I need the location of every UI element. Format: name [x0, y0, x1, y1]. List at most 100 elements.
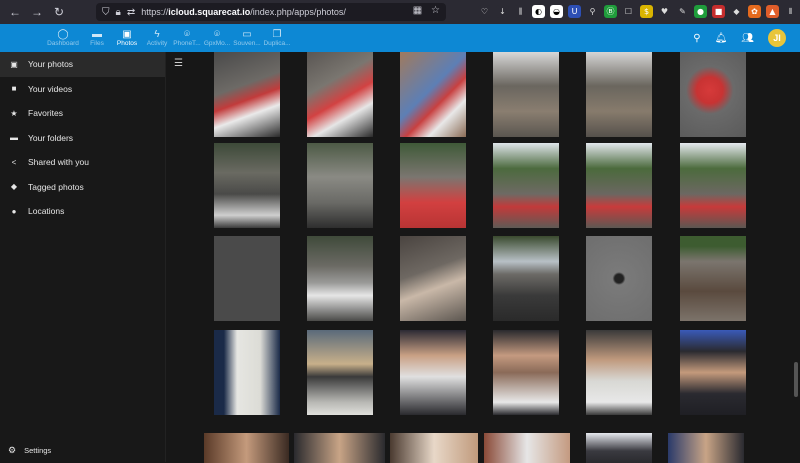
app-label: Files [90, 39, 104, 47]
app-duplicates[interactable]: ❐ Duplica... [262, 24, 292, 52]
sidebar-item-your-videos[interactable]: ■ Your videos [0, 77, 165, 102]
photo-thumbnail[interactable] [493, 330, 559, 415]
extension-icon-15[interactable]: ⦀ [784, 5, 797, 18]
extension-icons: ♡ ↓ ⫼ ◐ ◒ U ⚲ Ⓑ ☐ $ ♥ ✎ ● ■ ◆ ✿ ▲ ⦀ ≡ [478, 5, 800, 18]
photo-thumbnail[interactable] [204, 433, 289, 463]
photo-thumbnail[interactable] [493, 52, 559, 137]
extension-icon-5[interactable]: Ⓑ [604, 5, 617, 18]
app-label: Photos [116, 39, 138, 47]
avatar[interactable]: JI [768, 29, 786, 47]
settings-button[interactable]: ⚙ Settings [0, 438, 166, 462]
qr-icon[interactable]: ▦ [413, 5, 422, 16]
photo-thumbnail[interactable] [493, 236, 559, 321]
photo-thumbnail[interactable] [680, 330, 746, 415]
extension-icon-2[interactable]: ◒ [550, 5, 563, 18]
extension-icon-8[interactable]: ♥ [658, 5, 671, 18]
extension-icon-10[interactable]: ● [694, 5, 707, 18]
header-actions: ⚲ 🔔︎ 👥︎ JI [693, 29, 786, 47]
settings-label: Settings [24, 445, 52, 455]
photo-thumbnail[interactable] [307, 236, 373, 321]
photo-thumbnail[interactable] [484, 433, 570, 463]
photo-thumbnail[interactable] [400, 236, 466, 321]
app-label: PhoneT... [173, 39, 201, 47]
sidebar-item-shared-with-you[interactable]: < Shared with you [0, 150, 165, 175]
folder-icon: ▬ [92, 28, 102, 40]
video-icon: ■ [11, 84, 17, 94]
sidebar-item-your-photos[interactable]: ▣ Your photos [0, 52, 165, 77]
photo-thumbnail[interactable] [680, 52, 746, 137]
scrollbar[interactable] [794, 362, 798, 397]
photo-thumbnail[interactable] [307, 330, 373, 415]
app-label: Dashboard [47, 39, 79, 47]
photo-thumbnail[interactable] [586, 433, 652, 463]
extension-icon-6[interactable]: ☐ [622, 5, 635, 18]
reload-icon[interactable]: ↻ [48, 5, 70, 19]
photo-thumbnail[interactable] [493, 143, 559, 228]
photo-thumbnail[interactable] [586, 236, 652, 321]
app-phonetrack[interactable]: ⌾ PhoneT... [172, 24, 202, 52]
back-icon[interactable]: ← [4, 5, 26, 19]
pocket-icon[interactable]: ♡ [478, 5, 491, 18]
menu-toggle-icon[interactable]: ☰ [174, 58, 183, 69]
search-icon[interactable]: ⚲ [693, 33, 700, 44]
photo-thumbnail[interactable] [214, 52, 280, 137]
photo-thumbnail[interactable] [390, 433, 478, 463]
contacts-icon[interactable]: 👥︎ [741, 33, 754, 44]
lock-icon: 🔒︎ [115, 6, 121, 18]
duplicates-icon: ❐ [272, 28, 282, 40]
extension-icon-11[interactable]: ■ [712, 5, 725, 18]
extension-icon-7[interactable]: $ [640, 5, 653, 18]
permissions-icon: ⇄ [126, 6, 136, 18]
forward-icon[interactable]: → [26, 5, 48, 19]
folder-icon: ▬ [10, 133, 18, 143]
sidebar-item-your-folders[interactable]: ▬ Your folders [0, 126, 165, 151]
photo-thumbnail[interactable] [214, 236, 280, 321]
photo-thumbnail[interactable] [400, 52, 466, 137]
image-icon: ▣ [10, 59, 18, 69]
extension-icon-9[interactable]: ✎ [676, 5, 689, 18]
download-icon[interactable]: ↓ [496, 5, 509, 18]
app-header: ◯ Dashboard ▬ Files ▣ Photos ϟ Activity … [0, 24, 800, 52]
photo-thumbnail[interactable] [680, 143, 746, 228]
extension-icon-1[interactable]: ◐ [532, 5, 545, 18]
photo-thumbnail[interactable] [586, 52, 652, 137]
app-activity[interactable]: ϟ Activity [142, 24, 172, 52]
activity-icon: ϟ [154, 28, 160, 40]
souvenirs-icon: ▭ [242, 28, 252, 40]
photo-thumbnail[interactable] [307, 143, 373, 228]
photo-thumbnail[interactable] [668, 433, 744, 463]
url-bar[interactable]: ⛉ 🔒︎ ⇄ https://icloud.squarecat.io/index… [96, 3, 446, 21]
extension-icon-3[interactable]: U [568, 5, 581, 18]
sidebar-item-tagged-photos[interactable]: ◆ Tagged photos [0, 175, 165, 200]
photo-thumbnail[interactable] [680, 236, 746, 321]
photo-thumbnail[interactable] [586, 330, 652, 415]
photo-thumbnail[interactable] [214, 330, 280, 415]
url-actions: ▦ ☆ [413, 5, 440, 16]
sidebar-item-label: Your videos [28, 83, 73, 94]
app-photos[interactable]: ▣ Photos [112, 24, 142, 52]
photo-thumbnail[interactable] [400, 330, 466, 415]
photo-thumbnail[interactable] [400, 143, 466, 228]
library-icon[interactable]: ⫼ [514, 5, 527, 18]
sidebar-item-locations[interactable]: ● Locations [0, 199, 165, 224]
gear-icon: ⚙ [8, 444, 17, 455]
photo-thumbnail[interactable] [586, 143, 652, 228]
photo-thumbnail[interactable] [307, 52, 373, 137]
notifications-icon[interactable]: 🔔︎ [715, 33, 728, 44]
photo-thumbnail[interactable] [294, 433, 385, 463]
bookmark-star-icon[interactable]: ☆ [431, 5, 440, 16]
location-icon: ● [11, 206, 17, 216]
app-souvenirs[interactable]: ▭ Souven... [232, 24, 262, 52]
photo-thumbnail[interactable] [214, 143, 280, 228]
extension-icon-12[interactable]: ◆ [730, 5, 743, 18]
browser-toolbar: ← → ↻ ⛉ 🔒︎ ⇄ https://icloud.squarecat.io… [0, 0, 800, 24]
app-files[interactable]: ▬ Files [82, 24, 112, 52]
extension-icon-13[interactable]: ✿ [748, 5, 761, 18]
sidebar-item-favorites[interactable]: ★ Favorites [0, 101, 165, 126]
app-label: Souven... [233, 39, 261, 47]
extension-icon-14[interactable]: ▲ [766, 5, 779, 18]
app-dashboard[interactable]: ◯ Dashboard [44, 24, 82, 52]
app-gpxmotion[interactable]: ⌾ GpxMo... [202, 24, 232, 52]
extension-icon-4[interactable]: ⚲ [586, 5, 599, 18]
shield-icon: ⛉ [102, 6, 110, 18]
